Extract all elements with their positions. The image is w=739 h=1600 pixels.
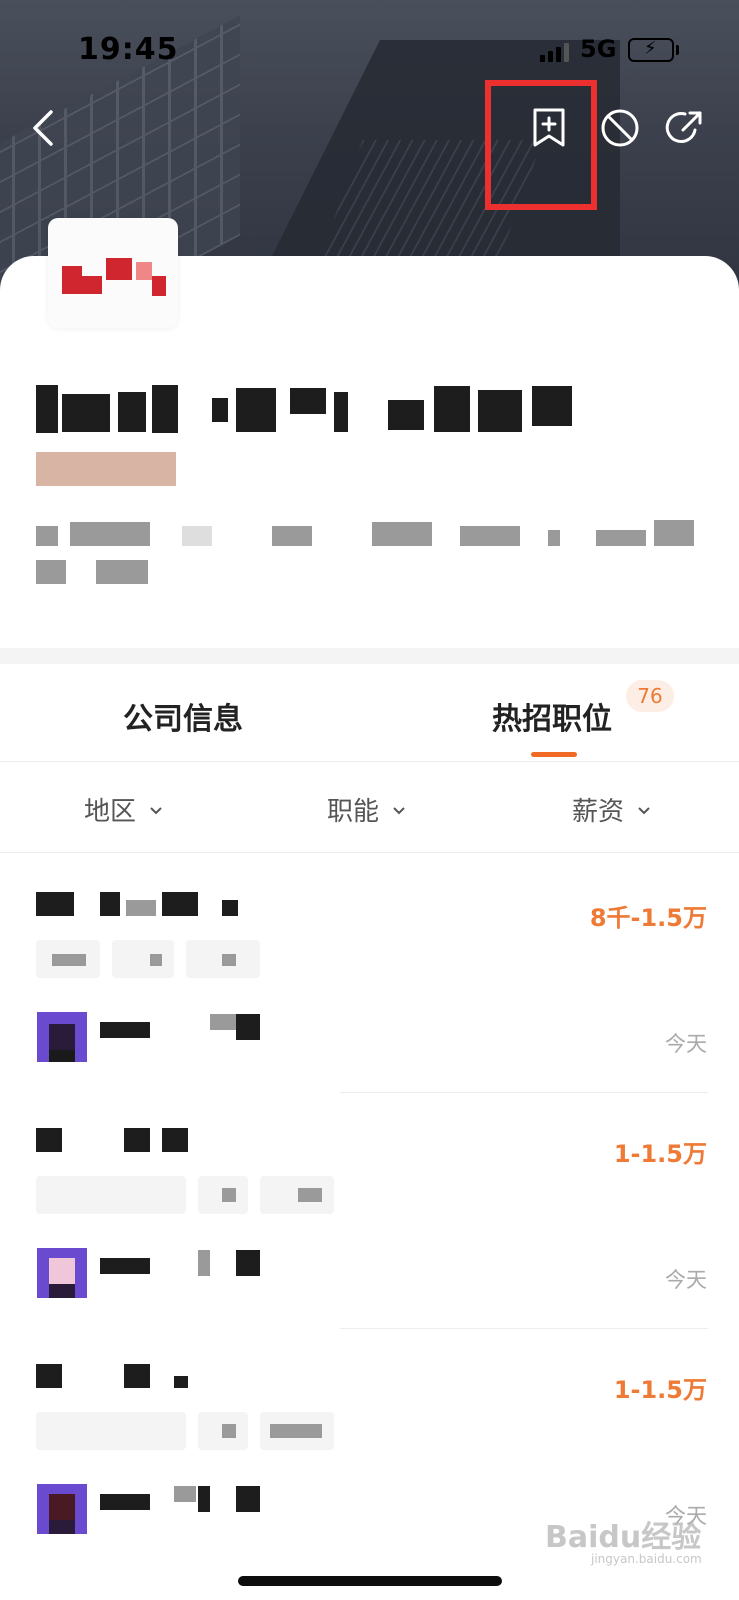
filter-salary-label: 薪资	[572, 797, 625, 827]
filter-bar: 地区 职能 薪资	[0, 763, 739, 853]
job-salary: 1-1.5万	[613, 1140, 707, 1168]
back-button[interactable]	[18, 100, 68, 156]
top-nav	[0, 100, 739, 160]
filter-function[interactable]: 职能	[327, 791, 405, 828]
recruiter-avatar	[37, 1012, 87, 1062]
job-list-item[interactable]: 8千-1.5万 今天	[0, 854, 739, 1094]
filter-function-label: 职能	[327, 797, 380, 827]
battery-tip	[676, 45, 679, 55]
job-tag	[36, 1412, 186, 1450]
tab-bar: 公司信息 热招职位 76	[0, 664, 739, 762]
watermark-url: jingyan.baidu.com	[591, 1552, 702, 1566]
status-time: 19:45	[78, 32, 179, 67]
filter-region[interactable]: 地区	[84, 791, 162, 828]
block-icon	[601, 109, 639, 147]
share-button[interactable]	[660, 100, 710, 156]
network-type: 5G	[580, 35, 617, 63]
job-salary: 8千-1.5万	[589, 904, 707, 932]
baidu-watermark: Baidu经验 jingyan.baidu.com	[545, 1512, 702, 1566]
job-tag	[112, 940, 174, 978]
company-logo	[48, 218, 178, 328]
recruiter-avatar	[37, 1248, 87, 1298]
watermark-brand: Baidu经验	[545, 1520, 702, 1555]
filter-salary[interactable]: 薪资	[572, 791, 650, 828]
block-button[interactable]	[595, 100, 645, 156]
chevron-down-icon	[150, 806, 162, 814]
job-tag	[36, 1176, 186, 1214]
chevron-down-icon	[393, 806, 405, 814]
section-divider	[0, 648, 739, 664]
cell-signal-icon	[540, 42, 570, 62]
battery-icon: ⚡	[628, 38, 674, 62]
annotation-highlight-box	[485, 80, 597, 210]
tab-company-info[interactable]: 公司信息	[123, 694, 243, 738]
filter-region-label: 地区	[84, 797, 137, 827]
home-indicator	[238, 1576, 502, 1586]
job-post-date: 今天	[665, 1268, 707, 1292]
chevron-left-icon	[33, 110, 53, 146]
job-salary: 1-1.5万	[613, 1376, 707, 1404]
job-tag	[260, 1176, 334, 1214]
chevron-down-icon	[638, 806, 650, 814]
job-list-item[interactable]: 1-1.5万 今天	[0, 1090, 739, 1330]
job-post-date: 今天	[665, 1032, 707, 1056]
jobs-count-badge: 76	[626, 680, 674, 712]
recruiter-avatar	[37, 1484, 87, 1534]
active-tab-indicator	[531, 752, 577, 757]
status-bar: 19:45 5G ⚡	[0, 28, 739, 68]
tab-hot-jobs[interactable]: 热招职位	[492, 694, 612, 738]
share-icon	[665, 111, 702, 143]
